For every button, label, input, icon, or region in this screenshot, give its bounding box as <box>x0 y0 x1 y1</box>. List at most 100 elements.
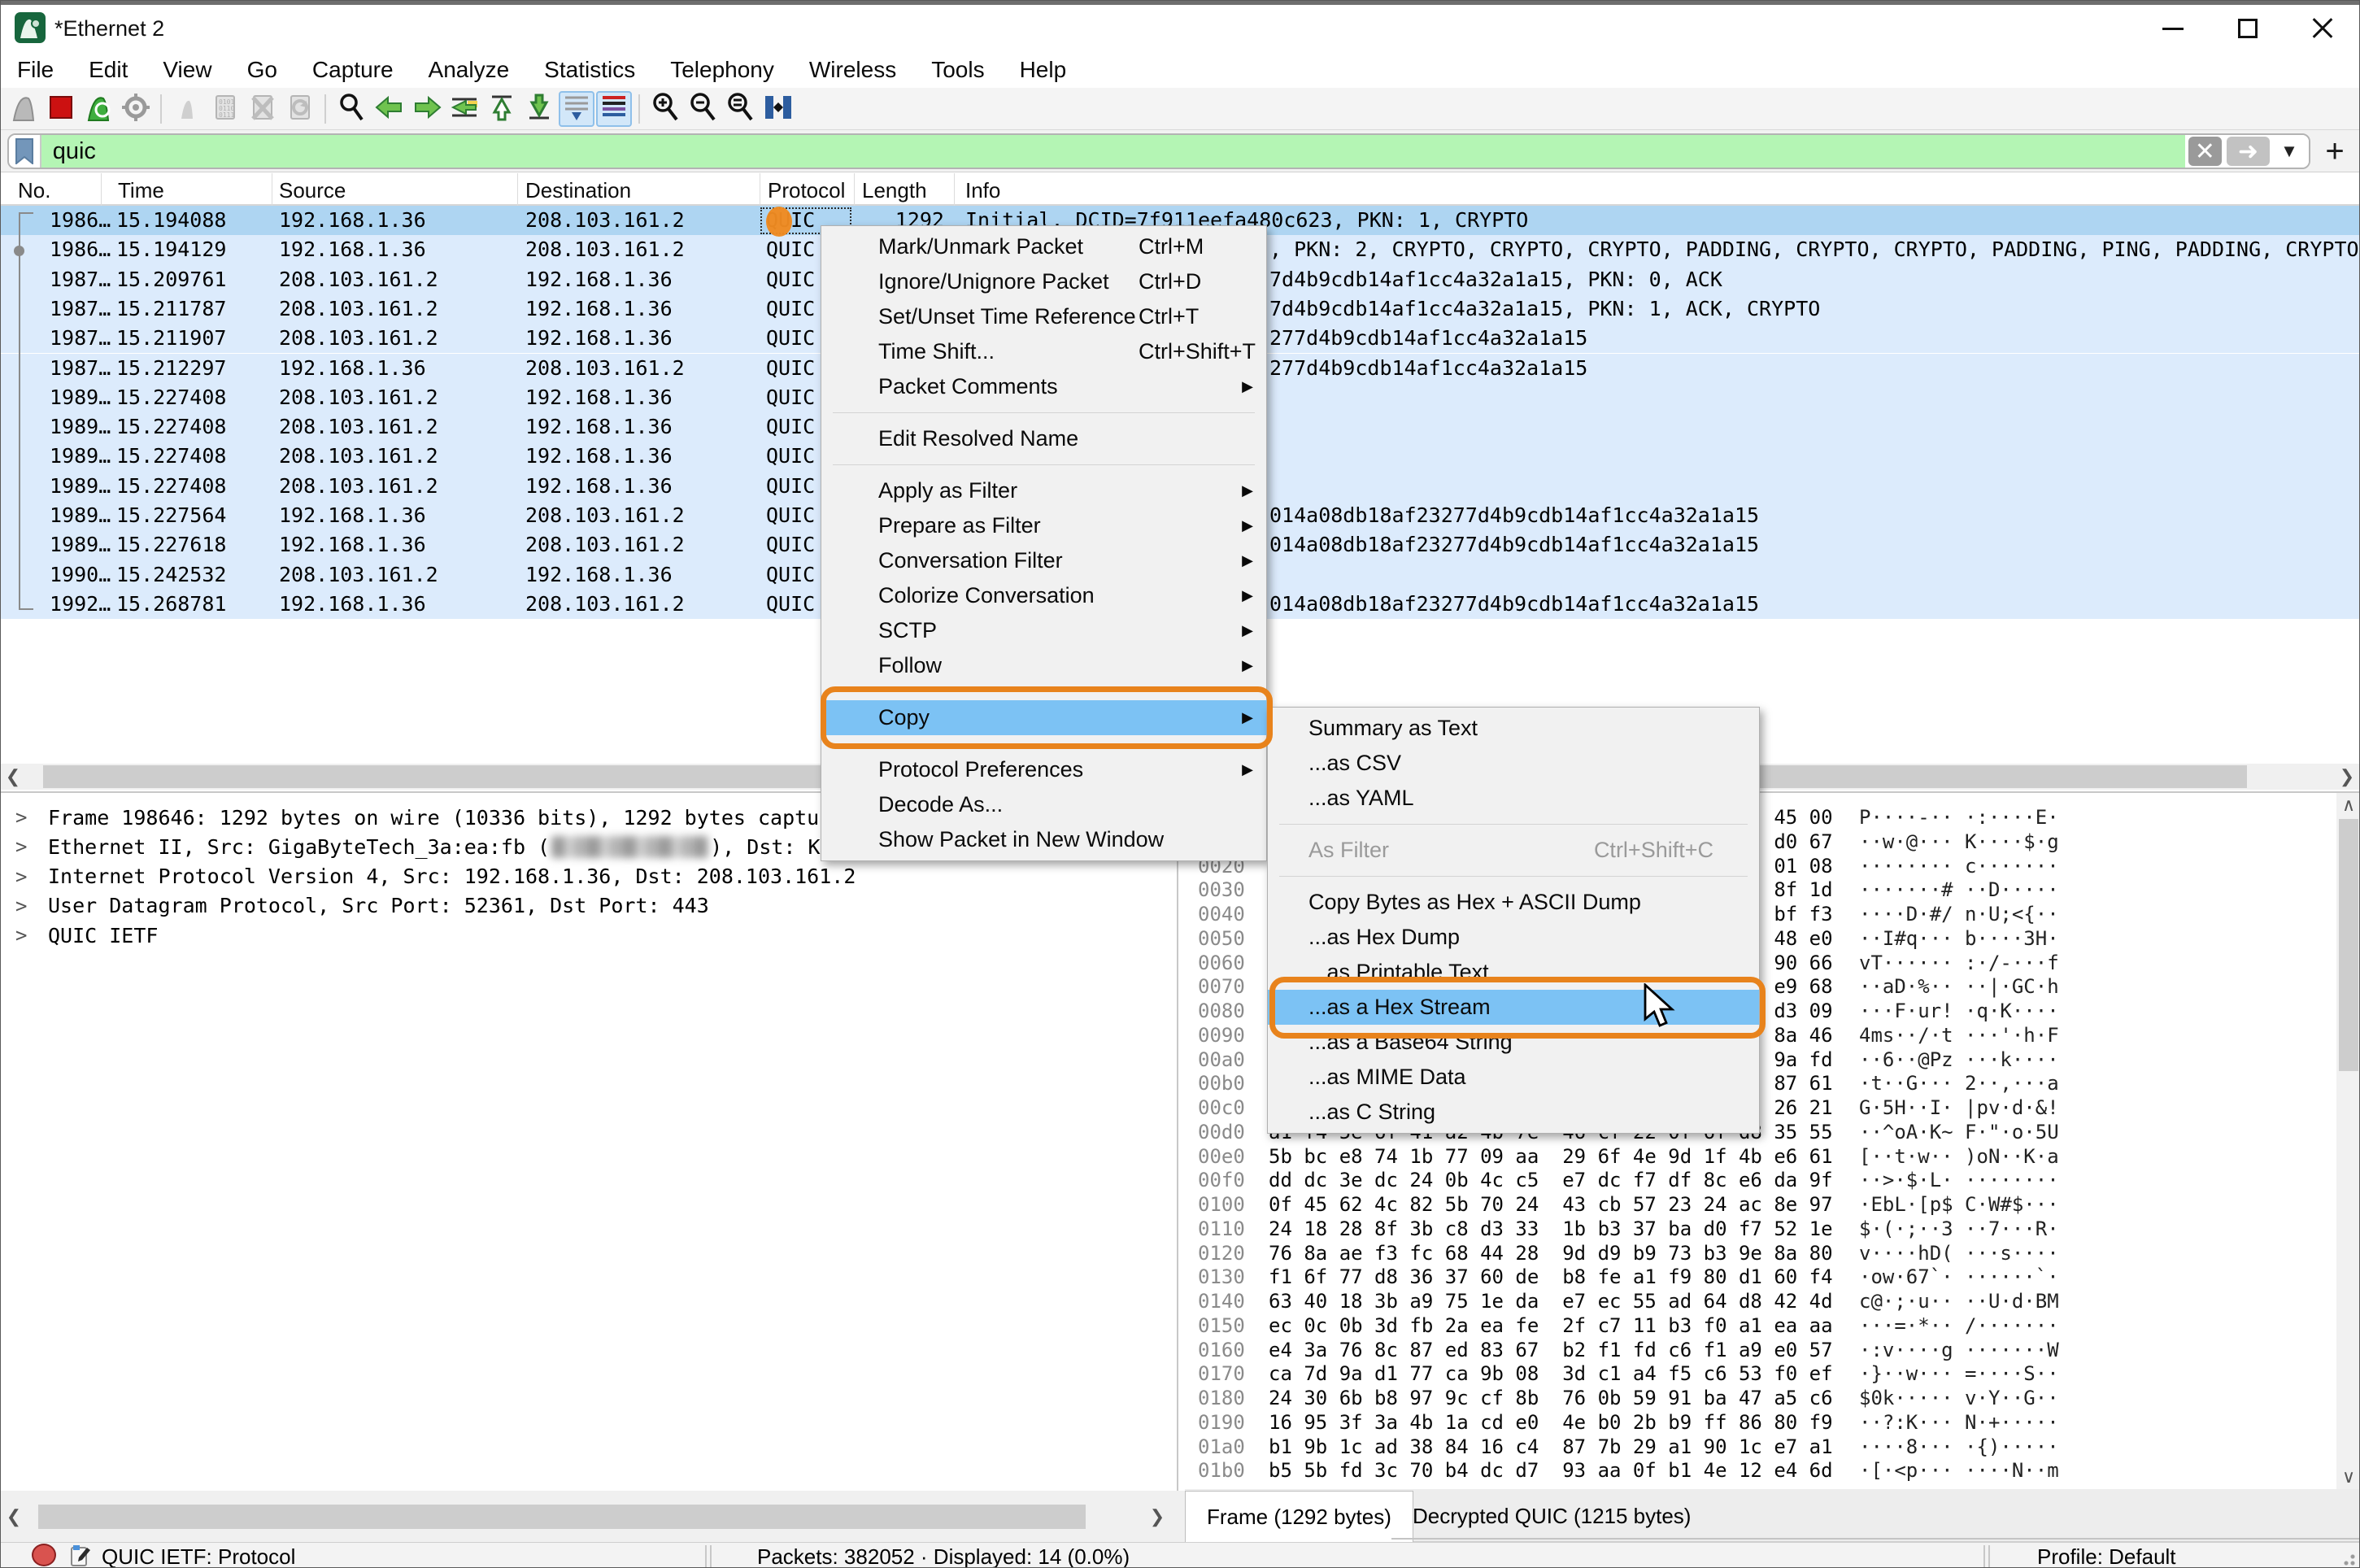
filter-text[interactable]: quic <box>41 135 2185 168</box>
context-menu-item-prepare-as-filter[interactable]: Prepare as Filter▶ <box>821 508 1266 543</box>
resize-grip[interactable] <box>2338 1548 2356 1566</box>
context-menu-item-follow[interactable]: Follow▶ <box>821 648 1266 683</box>
context-menu-item-apply-as-filter[interactable]: Apply as Filter▶ <box>821 473 1266 508</box>
copy-submenu-item-as-hex-dump[interactable]: ...as Hex Dump <box>1268 920 1759 955</box>
zoom-in-button[interactable] <box>648 91 684 127</box>
hex-row[interactable]: 014063 40 18 3b a9 75 1e da e7 ec 55 ad … <box>1185 1290 2356 1314</box>
context-menu-item-show-packet-in-new-window[interactable]: Show Packet in New Window <box>821 822 1266 857</box>
capture-comment-icon[interactable] <box>69 1544 92 1567</box>
copy-submenu-item-summary-as-text[interactable]: Summary as Text <box>1268 711 1759 746</box>
context-menu-item-edit-resolved-name[interactable]: Edit Resolved Name <box>821 421 1266 456</box>
copy-submenu-item-as-c-string[interactable]: ...as C String <box>1268 1095 1759 1130</box>
context-menu-item-set-unset-time-reference[interactable]: Set/Unset Time ReferenceCtrl+T <box>821 299 1266 334</box>
expander-icon[interactable]: > <box>15 895 27 917</box>
tab-decrypted-quic[interactable]: Decrypted QUIC (1215 bytes) <box>1391 1491 1712 1542</box>
go-to-packet-button[interactable] <box>446 91 482 127</box>
expander-icon[interactable]: > <box>15 806 27 829</box>
column-header-time[interactable]: Time <box>118 178 164 203</box>
hex-row[interactable]: 018024 30 6b b8 97 9c cf 8b 76 0b 59 91 … <box>1185 1387 2356 1411</box>
copy-submenu-item-as-csv[interactable]: ...as CSV <box>1268 746 1759 781</box>
copy-submenu-item-as-a-base64-string[interactable]: ...as a Base64 String <box>1268 1025 1759 1060</box>
go-back-button[interactable] <box>372 91 407 127</box>
menubar-item-file[interactable]: File <box>17 57 54 83</box>
context-menu-item-conversation-filter[interactable]: Conversation Filter▶ <box>821 543 1266 578</box>
menubar-item-edit[interactable]: Edit <box>89 57 128 83</box>
fin-gray-button[interactable] <box>6 91 41 127</box>
expander-icon[interactable]: > <box>15 865 27 888</box>
scroll-left-icon[interactable]: ❮ <box>2 1507 25 1527</box>
context-menu-item-packet-comments[interactable]: Packet Comments▶ <box>821 369 1266 404</box>
menubar-item-capture[interactable]: Capture <box>312 57 394 83</box>
filter-bookmark-button[interactable] <box>9 135 41 168</box>
colorize-button[interactable] <box>596 91 632 127</box>
find-packet-button[interactable] <box>334 91 370 127</box>
expander-icon[interactable]: > <box>15 924 27 947</box>
open-file-button[interactable] <box>170 91 206 127</box>
stop-capture-button[interactable] <box>43 91 79 127</box>
context-menu-item-protocol-preferences[interactable]: Protocol Preferences▶ <box>821 752 1266 787</box>
hex-row[interactable]: 0160e4 3a 76 8c 87 ed 83 67 b2 f1 fd c6 … <box>1185 1339 2356 1363</box>
save-file-button[interactable]: 010101100111 <box>207 91 243 127</box>
copy-submenu-item-copy-bytes-as-hex-ascii-dump[interactable]: Copy Bytes as Hex + ASCII Dump <box>1268 885 1759 920</box>
column-separator[interactable] <box>954 173 955 206</box>
hex-row[interactable]: 0170ca 7d 9a d1 77 ca 9b 08 3d c1 a4 f5 … <box>1185 1362 2356 1387</box>
scroll-right-icon[interactable]: ❯ <box>1146 1507 1169 1527</box>
tab-frame[interactable]: Frame (1292 bytes) <box>1185 1491 1413 1542</box>
menubar-item-statistics[interactable]: Statistics <box>544 57 635 83</box>
hex-row[interactable]: 012076 8a ae f3 fc 68 44 28 9d d9 b9 73 … <box>1185 1242 2356 1266</box>
capture-options-button[interactable] <box>118 91 154 127</box>
resize-columns-button[interactable] <box>760 91 796 127</box>
go-forward-button[interactable] <box>409 91 445 127</box>
filter-dropdown-button[interactable]: ▼ <box>2270 135 2309 168</box>
column-header-no[interactable]: No. <box>18 178 50 203</box>
hex-row[interactable]: 0150ec 0c 0b 3d fb 2a ea fe 2f c7 11 b3 … <box>1185 1314 2356 1339</box>
detail-row[interactable]: >QUIC IETF <box>1 921 1177 950</box>
hex-row[interactable]: 00f0dd dc 3e dc 24 0b 4c c5 e7 dc f7 df … <box>1185 1169 2356 1193</box>
copy-submenu-item-as-printable-text[interactable]: ...as Printable Text <box>1268 955 1759 990</box>
status-profile[interactable]: Profile: Default <box>2037 1544 2176 1568</box>
menubar-item-go[interactable]: Go <box>247 57 277 83</box>
auto-scroll-button[interactable] <box>559 91 594 127</box>
expander-icon[interactable]: > <box>15 835 27 858</box>
zoom-reset-button[interactable] <box>723 91 759 127</box>
column-separator[interactable] <box>517 173 518 206</box>
menubar-item-telephony[interactable]: Telephony <box>670 57 774 83</box>
hex-vscrollbar[interactable]: ∧ ∨ <box>2336 793 2360 1489</box>
close-file-button[interactable] <box>245 91 281 127</box>
hex-row[interactable]: 01000f 45 62 4c 82 5b 70 24 43 cb 57 23 … <box>1185 1193 2356 1217</box>
go-first-button[interactable] <box>484 91 520 127</box>
scroll-left-icon[interactable]: ❮ <box>1 767 25 786</box>
context-menu-item-decode-as[interactable]: Decode As... <box>821 787 1266 822</box>
close-button[interactable] <box>2286 5 2359 52</box>
menubar-item-help[interactable]: Help <box>1020 57 1067 83</box>
copy-submenu-item-as-filter[interactable]: As FilterCtrl+Shift+C <box>1268 833 1759 868</box>
hex-row[interactable]: 019016 95 3f 3a 4b 1a cd e0 4e b0 2b b9 … <box>1185 1411 2356 1435</box>
column-header-protocol[interactable]: Protocol <box>768 178 845 203</box>
hex-row[interactable]: 01a0b1 9b 1c ad 38 84 16 c4 87 7b 29 a1 … <box>1185 1435 2356 1460</box>
hex-row[interactable]: 00e05b bc e8 74 1b 77 09 aa 29 6f 4e 9d … <box>1185 1145 2356 1169</box>
column-separator[interactable] <box>854 173 855 206</box>
expert-info-icon[interactable] <box>32 1544 56 1566</box>
context-menu-item-colorize-conversation[interactable]: Colorize Conversation▶ <box>821 578 1266 613</box>
apply-filter-button[interactable]: ➜ <box>2227 137 2270 166</box>
display-filter-input[interactable]: quic ✕ ➜ ▼ <box>7 133 2310 169</box>
copy-submenu-item-as-mime-data[interactable]: ...as MIME Data <box>1268 1060 1759 1095</box>
column-header-source[interactable]: Source <box>279 178 346 203</box>
scroll-down-icon[interactable]: ∨ <box>2336 1468 2360 1486</box>
scroll-up-icon[interactable]: ∧ <box>2336 796 2360 814</box>
menubar-item-tools[interactable]: Tools <box>931 57 984 83</box>
column-header-destination[interactable]: Destination <box>525 178 631 203</box>
restart-capture-button[interactable] <box>81 91 116 127</box>
column-header-length[interactable]: Length <box>862 178 927 203</box>
context-menu-item-mark-unmark-packet[interactable]: Mark/Unmark PacketCtrl+M <box>821 229 1266 264</box>
go-last-button[interactable] <box>521 91 557 127</box>
packet-details-pane[interactable]: >Frame 198646: 1292 bytes on wire (10336… <box>1 791 1178 1542</box>
column-header-info[interactable]: Info <box>965 178 1000 203</box>
clear-filter-button[interactable]: ✕ <box>2188 137 2222 166</box>
zoom-out-button[interactable] <box>686 91 721 127</box>
menubar-item-view[interactable]: View <box>163 57 211 83</box>
title-bar[interactable]: *Ethernet 2 <box>1 5 2359 51</box>
scrollbar-thumb[interactable] <box>38 1505 1086 1529</box>
maximize-button[interactable] <box>2211 5 2284 52</box>
add-filter-button[interactable]: + <box>2317 135 2353 168</box>
